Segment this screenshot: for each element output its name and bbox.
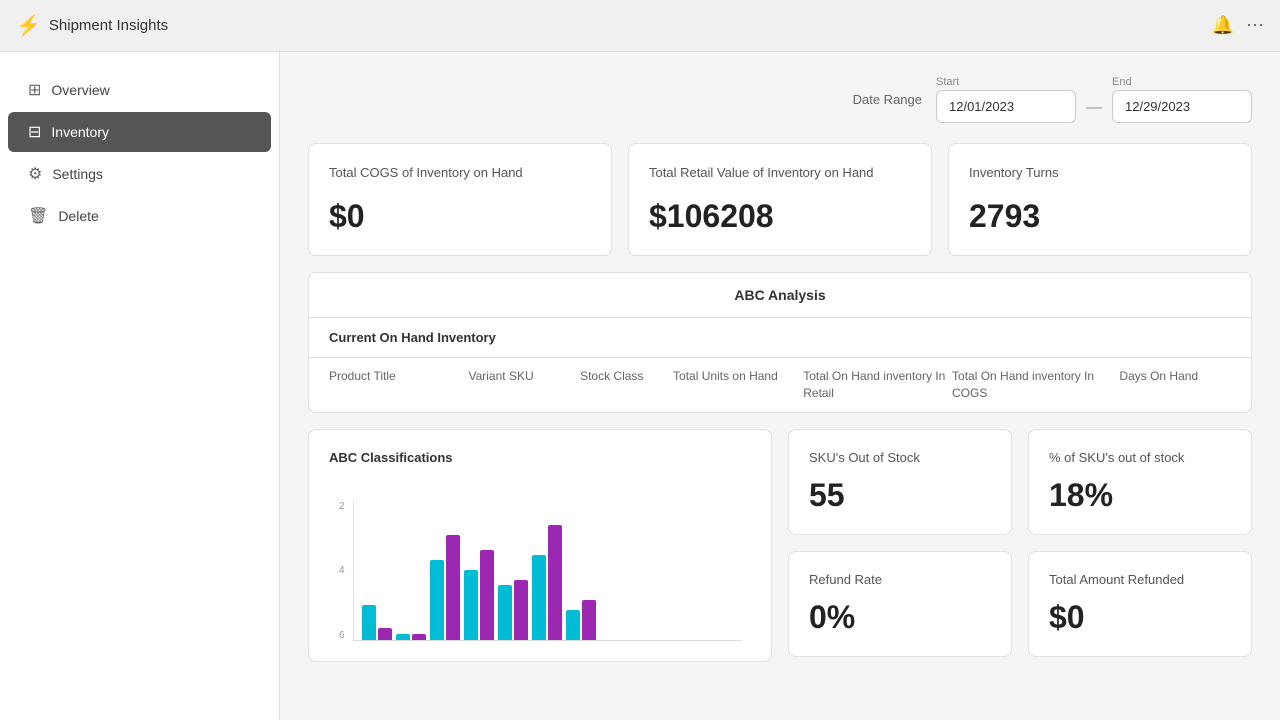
y-label-6: 6 (339, 630, 345, 641)
logo-icon: ⚡ (16, 13, 41, 38)
col-on-hand-cogs: Total On Hand inventory In COGS (952, 368, 1119, 402)
bar-group-5 (498, 580, 528, 640)
layout: ⊞ Overview ⊟ Inventory ⚙ Settings 🗑 Dele… (0, 52, 1280, 720)
bar-group-1 (362, 605, 392, 640)
bar-1-cyan (362, 605, 376, 640)
y-label-4: 4 (339, 565, 345, 576)
inventory-turns-card: Inventory Turns 2793 (948, 143, 1252, 256)
date-range-label: Date Range (853, 92, 922, 107)
refund-rate-card: Refund Rate 0% (788, 551, 1012, 657)
start-label: Start (936, 76, 1076, 88)
abc-analysis-section: ABC Analysis Current On Hand Inventory P… (308, 272, 1252, 413)
bottom-right-cards: SKU's Out of Stock 55 % of SKU's out of … (788, 429, 1252, 662)
bar-4-purple (480, 550, 494, 640)
date-separator: — (1086, 99, 1102, 117)
bar-7-cyan (566, 610, 580, 640)
chart-bars (353, 501, 741, 641)
bar-6-cyan (532, 555, 546, 640)
sidebar: ⊞ Overview ⊟ Inventory ⚙ Settings 🗑 Dele… (0, 52, 280, 720)
sidebar-label-settings: Settings (52, 166, 103, 182)
bar-group-4 (464, 550, 494, 640)
bar-4-cyan (464, 570, 478, 640)
bar-7-purple (582, 600, 596, 640)
abc-table-header: Product Title Variant SKU Stock Class To… (309, 358, 1251, 412)
bottom-row: ABC Classifications 6 4 2 (308, 429, 1252, 662)
sidebar-label-delete: Delete (58, 208, 98, 224)
inventory-turns-value: 2793 (969, 198, 1231, 235)
cogs-title: Total COGS of Inventory on Hand (329, 164, 591, 182)
total-refunded-card: Total Amount Refunded $0 (1028, 551, 1252, 657)
end-label: End (1112, 76, 1252, 88)
col-total-units: Total Units on Hand (673, 368, 803, 402)
total-refunded-value: $0 (1049, 599, 1231, 636)
abc-table-title: Current On Hand Inventory (309, 318, 1251, 358)
bar-3-purple (446, 535, 460, 640)
sidebar-label-overview: Overview (51, 82, 109, 98)
bar-5-cyan (498, 585, 512, 640)
bar-3-cyan (430, 560, 444, 640)
bar-group-2 (396, 634, 426, 640)
refund-rate-title: Refund Rate (809, 572, 991, 587)
chart-container: 6 4 2 (329, 481, 751, 641)
sku-out-of-stock-value: 55 (809, 477, 991, 514)
col-stock-class: Stock Class (580, 368, 673, 402)
chart-y-axis: 6 4 2 (339, 501, 345, 641)
end-date-field: End (1112, 76, 1252, 123)
cogs-card: Total COGS of Inventory on Hand $0 (308, 143, 612, 256)
start-date-input[interactable] (936, 90, 1076, 123)
bar-5-purple (514, 580, 528, 640)
app-title: Shipment Insights (49, 17, 168, 34)
retail-value-title: Total Retail Value of Inventory on Hand (649, 164, 911, 182)
inventory-turns-title: Inventory Turns (969, 164, 1231, 182)
overview-icon: ⊞ (28, 80, 41, 100)
col-days-on-hand: Days On Hand (1119, 368, 1231, 402)
abc-classifications-card: ABC Classifications 6 4 2 (308, 429, 772, 662)
bar-1-purple (378, 628, 392, 640)
start-date-field: Start (936, 76, 1076, 123)
topbar: ⚡ Shipment Insights 🔔 ⋯ (0, 0, 1280, 52)
topbar-right: 🔔 ⋯ (1212, 15, 1264, 36)
settings-icon: ⚙ (28, 164, 42, 184)
topbar-left: ⚡ Shipment Insights (16, 13, 168, 38)
sku-stats-row: SKU's Out of Stock 55 % of SKU's out of … (788, 429, 1252, 535)
bar-6-purple (548, 525, 562, 640)
refund-rate-value: 0% (809, 599, 991, 636)
pct-sku-out-value: 18% (1049, 477, 1231, 514)
refund-stats-row: Refund Rate 0% Total Amount Refunded $0 (788, 551, 1252, 657)
sku-out-of-stock-title: SKU's Out of Stock (809, 450, 991, 465)
bar-group-6 (532, 525, 562, 640)
sidebar-label-inventory: Inventory (51, 124, 109, 140)
delete-icon: 🗑 (28, 206, 48, 226)
bar-2-cyan (396, 634, 410, 640)
col-on-hand-retail: Total On Hand inventory In Retail (803, 368, 952, 402)
col-product-title: Product Title (329, 368, 468, 402)
bar-group-3 (430, 535, 460, 640)
date-range-row: Date Range Start — End (308, 76, 1252, 123)
bar-2-purple (412, 634, 426, 640)
bar-group-7 (566, 600, 596, 640)
retail-value-value: $106208 (649, 198, 911, 235)
end-date-input[interactable] (1112, 90, 1252, 123)
abc-section-title: ABC Analysis (309, 273, 1251, 318)
more-options-icon[interactable]: ⋯ (1246, 15, 1264, 36)
total-refunded-title: Total Amount Refunded (1049, 572, 1231, 587)
pct-sku-out-title: % of SKU's out of stock (1049, 450, 1231, 465)
retail-value-card: Total Retail Value of Inventory on Hand … (628, 143, 932, 256)
metric-cards-row: Total COGS of Inventory on Hand $0 Total… (308, 143, 1252, 256)
pct-sku-out-card: % of SKU's out of stock 18% (1028, 429, 1252, 535)
sku-out-of-stock-card: SKU's Out of Stock 55 (788, 429, 1012, 535)
cogs-value: $0 (329, 198, 591, 235)
y-label-2: 2 (339, 501, 345, 512)
sidebar-item-delete[interactable]: 🗑 Delete (8, 196, 271, 236)
main-content: Date Range Start — End Total COGS of Inv… (280, 52, 1280, 720)
notifications-icon[interactable]: 🔔 (1212, 15, 1234, 36)
inventory-icon: ⊟ (28, 122, 41, 142)
abc-classifications-title: ABC Classifications (329, 450, 751, 465)
col-variant-sku: Variant SKU (468, 368, 580, 402)
sidebar-item-overview[interactable]: ⊞ Overview (8, 70, 271, 110)
sidebar-item-settings[interactable]: ⚙ Settings (8, 154, 271, 194)
sidebar-item-inventory[interactable]: ⊟ Inventory (8, 112, 271, 152)
